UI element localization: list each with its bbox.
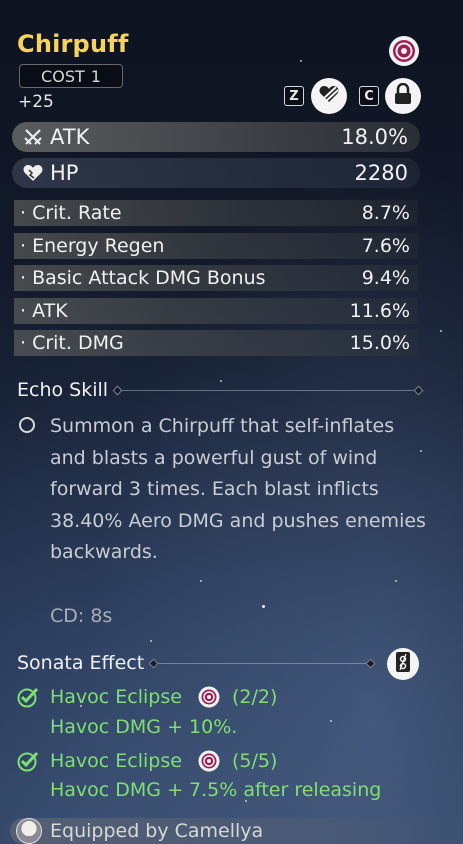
heart-icon: [22, 162, 44, 184]
echo-level: +25: [18, 92, 54, 112]
sub-stat-row: · ATK 11.6%: [14, 298, 418, 324]
echo-skill-description: Summon a Chirpuff that self-inflates and…: [50, 415, 426, 563]
check-circle-icon: [17, 686, 39, 708]
equipped-by-text: Equipped by Camellya: [50, 820, 264, 842]
sub-stat-value: 8.7%: [361, 202, 410, 224]
sonata-detail-button[interactable]: [387, 648, 419, 680]
sonata-set-effect: Havoc DMG + 10%.: [50, 716, 238, 738]
sonata-set-row: Havoc Eclipse (5/5): [17, 750, 277, 772]
sub-stat-value: 15.0%: [349, 332, 410, 354]
main-stat-label: HP: [50, 161, 79, 185]
sonata-detail-icon: [395, 651, 411, 677]
sonata-set-name: Havoc Eclipse: [50, 750, 182, 772]
crossed-swords-icon: [22, 126, 44, 148]
sonata-set-row: Havoc Eclipse (2/2): [17, 686, 277, 708]
lock-button[interactable]: [385, 78, 421, 114]
main-stat-atk: ATK 18.0%: [12, 122, 420, 152]
sub-stat-value: 7.6%: [361, 235, 410, 257]
check-circle-icon: [17, 750, 39, 772]
skill-bullet-icon: [19, 417, 35, 433]
sub-stat-value: 9.4%: [361, 267, 410, 289]
cost-value: 1: [90, 66, 101, 86]
discard-icon: [318, 83, 340, 109]
sub-stat-row: · Basic Attack DMG Bonus 9.4%: [14, 265, 418, 291]
echo-skill-cooldown: CD: 8s: [50, 605, 113, 627]
sub-stat-value: 11.6%: [349, 300, 410, 322]
sub-stat-label: · Energy Regen: [20, 235, 165, 257]
echo-skill-heading: Echo Skill: [17, 379, 420, 401]
sonata-set-count: (2/2): [231, 686, 278, 708]
cost-badge: COST 1: [19, 64, 123, 88]
avatar: [16, 818, 42, 844]
havoc-sonata-icon: [388, 35, 420, 67]
main-stat-value: 2280: [354, 161, 408, 185]
section-divider: [116, 389, 420, 391]
key-c-hint: C: [359, 86, 379, 106]
sonata-effect-heading: Sonata Effect: [17, 652, 372, 674]
sonata-set-effect: Havoc DMG + 7.5% after releasing: [50, 779, 382, 801]
key-z-hint: Z: [284, 86, 304, 106]
sub-stat-label: · ATK: [20, 300, 68, 322]
equipped-by-bar[interactable]: Equipped by Camellya: [10, 818, 440, 844]
discard-button[interactable]: [311, 78, 347, 114]
sonata-effect-title: Sonata Effect: [17, 652, 145, 674]
section-divider: [152, 662, 372, 664]
lock-icon: [393, 82, 413, 109]
sub-stat-label: · Crit. DMG: [20, 332, 124, 354]
sub-stat-row: · Crit. DMG 15.0%: [14, 330, 418, 356]
main-stat-value: 18.0%: [341, 125, 408, 149]
sonata-set-name: Havoc Eclipse: [50, 686, 182, 708]
havoc-sonata-icon: [198, 750, 220, 772]
sub-stat-row: · Energy Regen 7.6%: [14, 233, 418, 259]
main-stat-hp: HP 2280: [12, 158, 420, 188]
sub-stat-label: · Basic Attack DMG Bonus: [20, 267, 266, 289]
sub-stat-row: · Crit. Rate 8.7%: [14, 200, 418, 226]
havoc-sonata-icon: [198, 686, 220, 708]
cost-label: COST: [41, 66, 85, 86]
main-stat-label: ATK: [50, 125, 90, 149]
sonata-set-count: (5/5): [231, 750, 278, 772]
sub-stat-label: · Crit. Rate: [20, 202, 122, 224]
echo-name: Chirpuff: [17, 30, 129, 58]
echo-skill-title: Echo Skill: [17, 379, 109, 401]
